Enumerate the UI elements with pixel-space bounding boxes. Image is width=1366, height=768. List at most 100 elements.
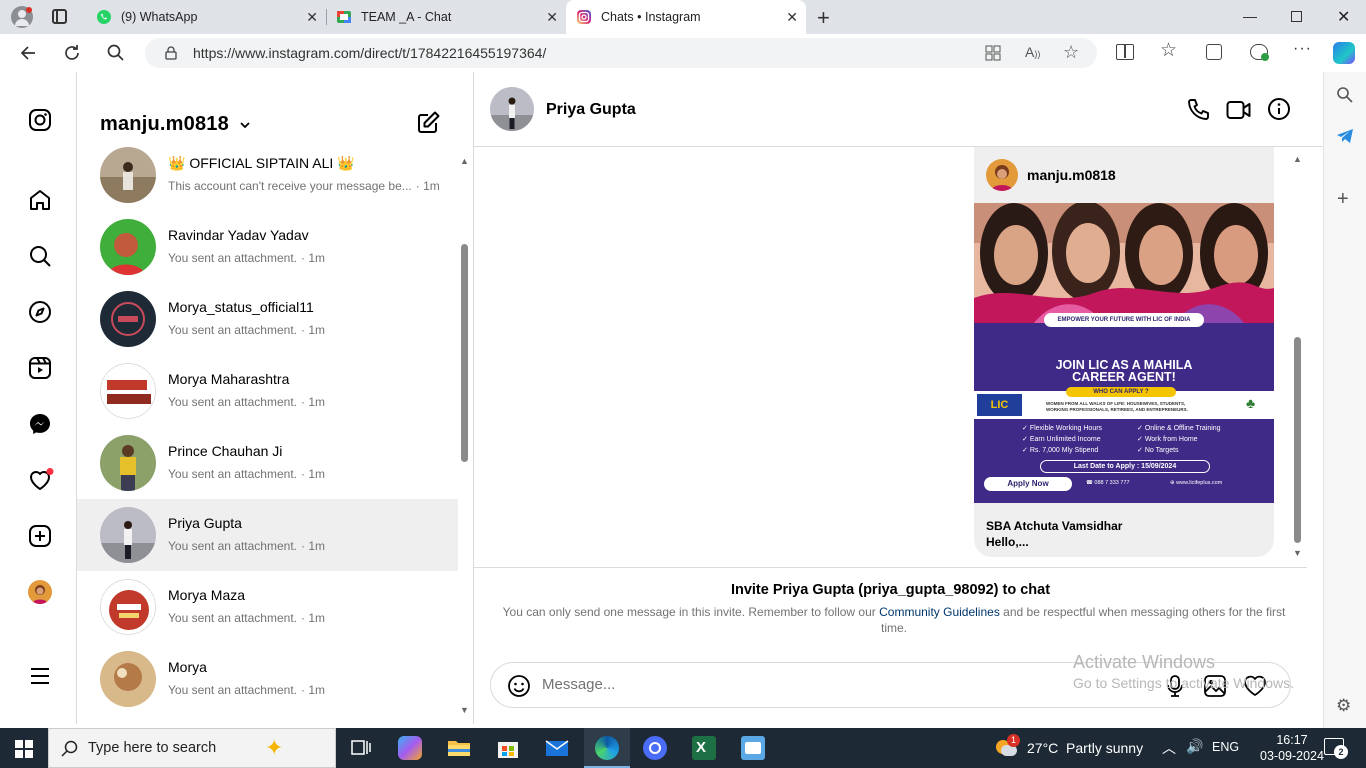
excel-icon[interactable]: X (692, 736, 716, 760)
instagram-icon (576, 9, 592, 25)
tab-actions-icon[interactable] (52, 9, 67, 24)
notifications-heart-icon[interactable] (28, 468, 54, 492)
scroll-up-arrow-icon[interactable]: ▲ (460, 156, 469, 166)
community-guidelines-link[interactable]: Community Guidelines (879, 605, 1000, 619)
post-author-name[interactable]: manju.m0818 (1027, 167, 1116, 183)
minimize-icon[interactable] (1243, 17, 1257, 18)
scroll-up-arrow-icon[interactable]: ▲ (1293, 154, 1302, 164)
language-indicator[interactable]: ENG (1212, 740, 1239, 754)
scroll-down-arrow-icon[interactable]: ▼ (460, 705, 469, 715)
avatar (100, 507, 156, 563)
messenger-icon[interactable] (28, 412, 52, 436)
conversation-item-selected[interactable]: Priya Gupta You sent an attachment. · 1m (77, 499, 458, 571)
chevron-up-icon[interactable]: ︿ (1162, 738, 1176, 758)
close-window-icon[interactable]: ✕ (1337, 7, 1350, 27)
conversation-item[interactable]: Morya Maharashtra You sent an attachment… (77, 355, 458, 427)
scroll-down-arrow-icon[interactable]: ▼ (1293, 548, 1302, 558)
profile-avatar-icon[interactable] (11, 6, 33, 28)
video-call-icon[interactable] (1226, 98, 1252, 122)
conversation-item[interactable]: Morya_status_official11 You sent an atta… (77, 283, 458, 355)
weather-text[interactable]: 27°C Partly sunny (1027, 740, 1143, 756)
notification-center-icon[interactable]: 2 (1324, 738, 1348, 759)
windows-start-icon[interactable] (15, 740, 33, 758)
create-post-icon[interactable] (28, 524, 52, 548)
tree-logo-icon: ♣ (1246, 395, 1256, 411)
preview-text: You sent an attachment. (168, 395, 297, 409)
chat-scrollbar[interactable] (1294, 337, 1301, 543)
new-message-compose-icon[interactable] (417, 110, 441, 134)
menu-hamburger-icon[interactable] (28, 664, 52, 688)
sidebar-search-icon[interactable] (1336, 86, 1354, 104)
shared-post-image[interactable]: EMPOWER YOUR FUTURE WITH LIC OF INDIA JO… (974, 203, 1274, 503)
reels-icon[interactable] (28, 356, 52, 380)
chat-avatar[interactable] (490, 87, 534, 131)
conversation-item[interactable]: Morya You sent an attachment. · 1m (77, 643, 458, 715)
address-bar[interactable]: https://www.instagram.com/direct/t/17842… (145, 38, 1097, 68)
profile-avatar-icon[interactable] (28, 580, 52, 604)
favorites-icon[interactable]: ☆ (1160, 39, 1177, 62)
read-aloud-icon[interactable]: A)) (1025, 44, 1040, 60)
conversation-item[interactable]: Prince Chauhan Ji You sent an attachment… (77, 427, 458, 499)
account-username[interactable]: manju.m0818 (100, 113, 251, 136)
settings-gear-icon[interactable]: ⚙ (1336, 696, 1351, 716)
poster-benefits: ✓ Flexible Working Hours ✓ Online & Offli… (1022, 425, 1221, 454)
emoji-icon[interactable] (507, 674, 531, 698)
restore-icon[interactable] (1291, 11, 1302, 22)
conversation-item[interactable]: Morya Maza You sent an attachment. · 1m (77, 571, 458, 643)
volume-icon[interactable]: 🔊 (1186, 738, 1203, 755)
close-tab-icon[interactable]: ✕ (306, 9, 318, 26)
tab-instagram[interactable]: Chats • Instagram ✕ (566, 0, 806, 34)
task-view-icon[interactable] (349, 736, 373, 760)
post-author-avatar[interactable] (986, 159, 1018, 191)
microsoft-store-icon[interactable] (496, 736, 520, 760)
lock-icon[interactable] (165, 46, 177, 60)
voice-call-icon[interactable] (1186, 98, 1210, 122)
conversation-item[interactable]: 👑 OFFICIAL SIPTAIN ALI 👑 This account ca… (77, 139, 458, 211)
back-icon[interactable] (18, 43, 38, 63)
conversation-info-icon[interactable] (1267, 97, 1291, 121)
chat-contact-name[interactable]: Priya Gupta (546, 101, 636, 119)
telegram-icon[interactable] (1336, 127, 1354, 145)
chat-app-icon[interactable] (643, 736, 667, 760)
conversation-item[interactable]: Ravindar Yadav Yadav You sent an attachm… (77, 211, 458, 283)
close-tab-icon[interactable]: ✕ (546, 9, 558, 26)
copilot-taskbar-icon[interactable] (398, 736, 422, 760)
tab-title: Chats • Instagram (601, 10, 701, 24)
search-icon[interactable] (28, 244, 52, 268)
search-highlight-icon[interactable]: ✦ (265, 735, 283, 761)
photos-app-icon[interactable] (741, 736, 765, 760)
clock[interactable]: 16:17 03-09-2024 (1260, 732, 1324, 764)
file-explorer-icon[interactable] (447, 736, 471, 760)
copilot-icon[interactable] (1333, 42, 1355, 64)
poster-apply-button: Apply Now (984, 477, 1072, 491)
edge-taskbar-button[interactable] (584, 728, 630, 768)
more-menu-icon[interactable]: ··· (1293, 40, 1312, 58)
close-tab-icon[interactable]: ✕ (786, 9, 798, 26)
lic-logo: LIC (977, 394, 1022, 416)
weather-icon[interactable]: 1 (996, 734, 1020, 758)
browser-essentials-icon[interactable] (1250, 44, 1269, 61)
favorite-star-icon[interactable]: ☆ (1063, 42, 1079, 63)
shared-post-card[interactable]: manju.m0818 EMPOWER YOUR FUTURE WITH LIC… (974, 147, 1274, 557)
explore-compass-icon[interactable] (28, 300, 52, 324)
new-tab-button[interactable]: + (817, 5, 830, 31)
add-sidebar-app-icon[interactable]: + (1337, 188, 1349, 211)
conversation-name: Morya Maza (168, 587, 246, 603)
collections-icon[interactable] (1206, 44, 1222, 60)
split-screen-icon[interactable] (1116, 44, 1134, 60)
search-icon[interactable] (106, 43, 126, 63)
home-icon[interactable] (28, 188, 52, 212)
poster-who-text: WOMEN FROM ALL WALKS OF LIFE: HOUSEWIVES… (1046, 401, 1206, 413)
benefit-item: Online & Offline Training (1144, 425, 1221, 432)
avatar (100, 363, 156, 419)
refresh-icon[interactable] (62, 43, 82, 63)
mail-icon[interactable] (545, 736, 569, 760)
instagram-logo-icon[interactable] (28, 108, 52, 132)
tab-whatsapp[interactable]: (9) WhatsApp ✕ (86, 0, 326, 34)
app-available-icon[interactable] (985, 45, 1001, 61)
tab-team-chat[interactable]: TEAM _A - Chat ✕ (326, 0, 566, 34)
timestamp: · 1m (300, 467, 325, 481)
taskbar-search-box[interactable]: Type here to search ✦ (48, 728, 336, 768)
preview-text: You sent an attachment. (168, 539, 297, 553)
conversation-list-scrollbar[interactable] (461, 244, 468, 462)
